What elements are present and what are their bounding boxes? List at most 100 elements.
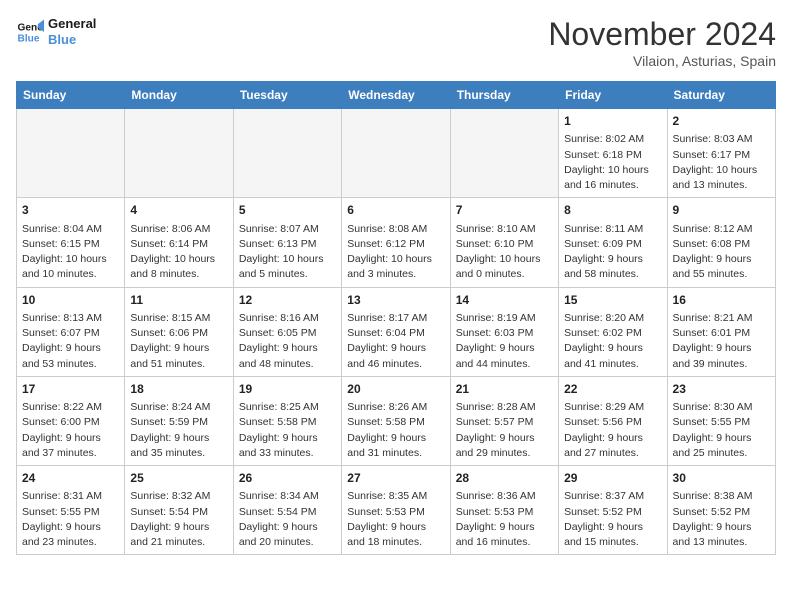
calendar-table: SundayMondayTuesdayWednesdayThursdayFrid… xyxy=(16,81,776,555)
day-header-tuesday: Tuesday xyxy=(233,82,341,109)
cell-content: Daylight: 9 hours xyxy=(456,341,553,356)
cell-content: Daylight: 9 hours xyxy=(130,341,227,356)
cell-content: Sunrise: 8:06 AM xyxy=(130,222,227,237)
calendar-cell: 13Sunrise: 8:17 AMSunset: 6:04 PMDayligh… xyxy=(342,287,450,376)
cell-content: and 5 minutes. xyxy=(239,267,336,282)
day-header-sunday: Sunday xyxy=(17,82,125,109)
logo-blue: Blue xyxy=(48,32,96,48)
calendar-cell: 10Sunrise: 8:13 AMSunset: 6:07 PMDayligh… xyxy=(17,287,125,376)
cell-content: Sunset: 5:54 PM xyxy=(239,505,336,520)
cell-content: and 44 minutes. xyxy=(456,357,553,372)
cell-content: Sunset: 5:57 PM xyxy=(456,415,553,430)
day-header-thursday: Thursday xyxy=(450,82,558,109)
cell-content: Daylight: 9 hours xyxy=(22,520,119,535)
cell-content: Sunset: 6:01 PM xyxy=(673,326,770,341)
svg-text:Blue: Blue xyxy=(18,33,40,44)
cell-content: Sunrise: 8:10 AM xyxy=(456,222,553,237)
day-number: 22 xyxy=(564,381,661,398)
cell-content: Sunset: 6:10 PM xyxy=(456,237,553,252)
cell-content: Sunrise: 8:26 AM xyxy=(347,400,444,415)
cell-content: Sunrise: 8:15 AM xyxy=(130,311,227,326)
calendar-cell: 12Sunrise: 8:16 AMSunset: 6:05 PMDayligh… xyxy=(233,287,341,376)
cell-content: Daylight: 9 hours xyxy=(22,341,119,356)
calendar-cell xyxy=(450,109,558,198)
cell-content: and 0 minutes. xyxy=(456,267,553,282)
day-header-wednesday: Wednesday xyxy=(342,82,450,109)
cell-content: Daylight: 10 hours xyxy=(673,163,770,178)
cell-content: Sunrise: 8:03 AM xyxy=(673,132,770,147)
cell-content: and 41 minutes. xyxy=(564,357,661,372)
calendar-cell: 29Sunrise: 8:37 AMSunset: 5:52 PMDayligh… xyxy=(559,466,667,555)
cell-content: Sunrise: 8:31 AM xyxy=(22,489,119,504)
cell-content: Sunset: 6:12 PM xyxy=(347,237,444,252)
cell-content: Sunrise: 8:20 AM xyxy=(564,311,661,326)
cell-content: Sunset: 6:06 PM xyxy=(130,326,227,341)
cell-content: Daylight: 9 hours xyxy=(673,341,770,356)
cell-content: Sunset: 6:13 PM xyxy=(239,237,336,252)
cell-content: Sunset: 5:58 PM xyxy=(239,415,336,430)
day-number: 13 xyxy=(347,292,444,309)
day-number: 27 xyxy=(347,470,444,487)
cell-content: and 51 minutes. xyxy=(130,357,227,372)
calendar-cell: 3Sunrise: 8:04 AMSunset: 6:15 PMDaylight… xyxy=(17,198,125,287)
cell-content: and 27 minutes. xyxy=(564,446,661,461)
cell-content: Sunrise: 8:11 AM xyxy=(564,222,661,237)
cell-content: Daylight: 9 hours xyxy=(347,431,444,446)
day-number: 7 xyxy=(456,202,553,219)
logo-icon: General Blue xyxy=(16,18,44,46)
cell-content: Daylight: 10 hours xyxy=(456,252,553,267)
cell-content: Daylight: 9 hours xyxy=(456,520,553,535)
cell-content: Sunset: 6:08 PM xyxy=(673,237,770,252)
cell-content: and 31 minutes. xyxy=(347,446,444,461)
day-number: 15 xyxy=(564,292,661,309)
cell-content: Sunset: 6:09 PM xyxy=(564,237,661,252)
week-row-0: 1Sunrise: 8:02 AMSunset: 6:18 PMDaylight… xyxy=(17,109,776,198)
cell-content: and 20 minutes. xyxy=(239,535,336,550)
day-number: 17 xyxy=(22,381,119,398)
calendar-cell xyxy=(17,109,125,198)
cell-content: Sunrise: 8:25 AM xyxy=(239,400,336,415)
cell-content: Sunset: 5:59 PM xyxy=(130,415,227,430)
week-row-1: 3Sunrise: 8:04 AMSunset: 6:15 PMDaylight… xyxy=(17,198,776,287)
day-number: 28 xyxy=(456,470,553,487)
day-number: 25 xyxy=(130,470,227,487)
cell-content: Sunrise: 8:04 AM xyxy=(22,222,119,237)
cell-content: and 15 minutes. xyxy=(564,535,661,550)
cell-content: and 13 minutes. xyxy=(673,178,770,193)
cell-content: and 58 minutes. xyxy=(564,267,661,282)
cell-content: and 48 minutes. xyxy=(239,357,336,372)
cell-content: Sunrise: 8:28 AM xyxy=(456,400,553,415)
calendar-cell xyxy=(233,109,341,198)
cell-content: and 18 minutes. xyxy=(347,535,444,550)
cell-content: Sunset: 6:07 PM xyxy=(22,326,119,341)
cell-content: Sunrise: 8:29 AM xyxy=(564,400,661,415)
day-number: 1 xyxy=(564,113,661,130)
cell-content: Daylight: 9 hours xyxy=(673,520,770,535)
cell-content: Sunrise: 8:07 AM xyxy=(239,222,336,237)
day-number: 18 xyxy=(130,381,227,398)
calendar-cell: 6Sunrise: 8:08 AMSunset: 6:12 PMDaylight… xyxy=(342,198,450,287)
cell-content: Daylight: 9 hours xyxy=(130,431,227,446)
cell-content: Sunrise: 8:35 AM xyxy=(347,489,444,504)
calendar-cell: 23Sunrise: 8:30 AMSunset: 5:55 PMDayligh… xyxy=(667,376,775,465)
day-number: 8 xyxy=(564,202,661,219)
location-title: Vilaion, Asturias, Spain xyxy=(548,53,776,69)
cell-content: Sunset: 6:04 PM xyxy=(347,326,444,341)
day-header-saturday: Saturday xyxy=(667,82,775,109)
calendar-cell: 22Sunrise: 8:29 AMSunset: 5:56 PMDayligh… xyxy=(559,376,667,465)
calendar-cell: 1Sunrise: 8:02 AMSunset: 6:18 PMDaylight… xyxy=(559,109,667,198)
day-number: 5 xyxy=(239,202,336,219)
cell-content: Daylight: 9 hours xyxy=(239,431,336,446)
cell-content: Daylight: 9 hours xyxy=(564,520,661,535)
calendar-cell: 9Sunrise: 8:12 AMSunset: 6:08 PMDaylight… xyxy=(667,198,775,287)
calendar-cell: 27Sunrise: 8:35 AMSunset: 5:53 PMDayligh… xyxy=(342,466,450,555)
cell-content: and 35 minutes. xyxy=(130,446,227,461)
day-number: 4 xyxy=(130,202,227,219)
cell-content: Sunset: 5:52 PM xyxy=(564,505,661,520)
day-number: 30 xyxy=(673,470,770,487)
cell-content: Daylight: 9 hours xyxy=(347,341,444,356)
cell-content: and 23 minutes. xyxy=(22,535,119,550)
day-number: 14 xyxy=(456,292,553,309)
calendar-cell: 25Sunrise: 8:32 AMSunset: 5:54 PMDayligh… xyxy=(125,466,233,555)
cell-content: Sunset: 5:58 PM xyxy=(347,415,444,430)
